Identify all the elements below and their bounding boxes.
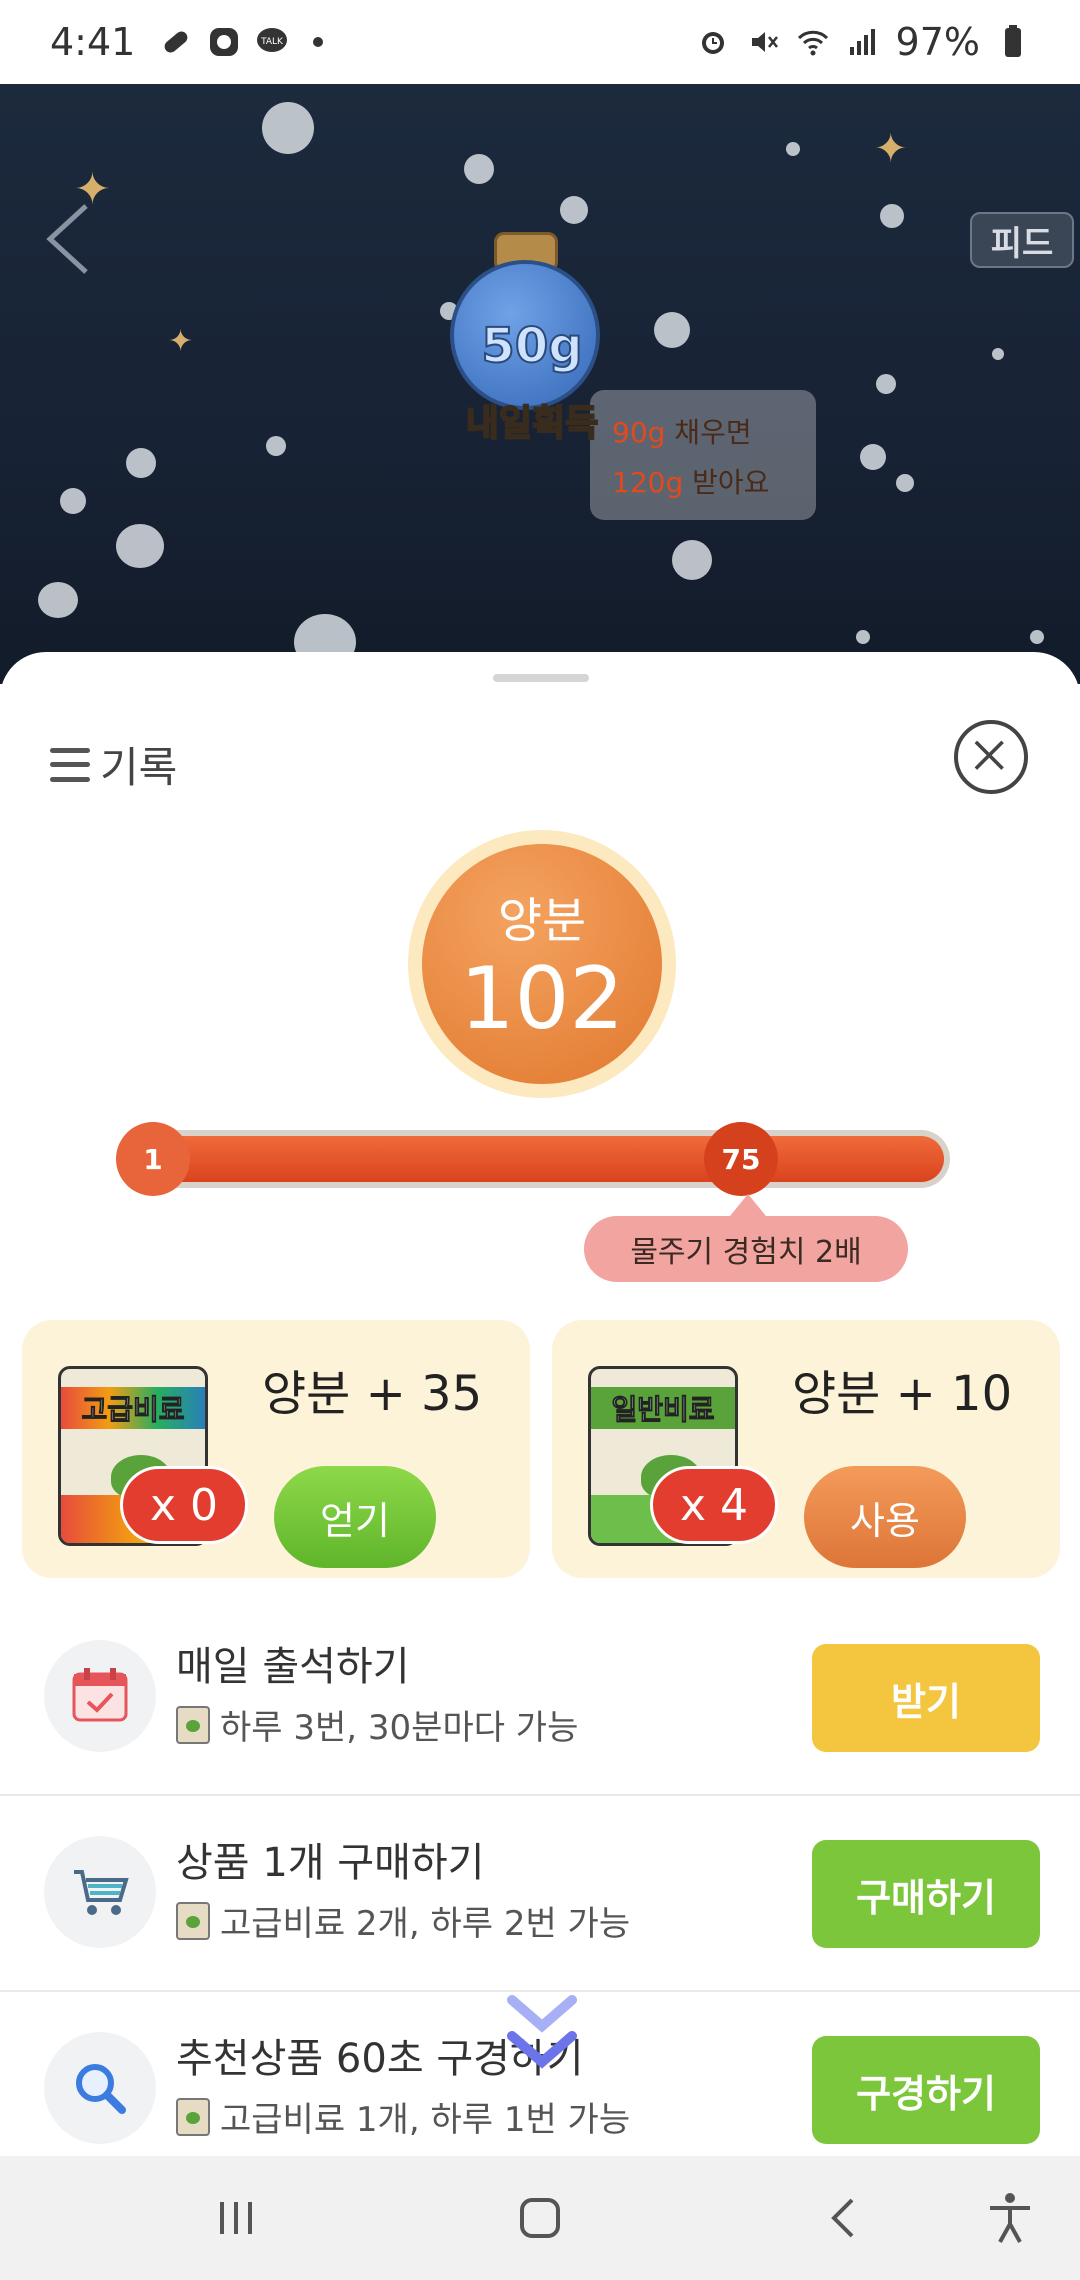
cloud-decoration [126,448,156,478]
task-subtitle-text: 고급비료 1개, 하루 1번 가능 [220,2100,631,2140]
cloud-decoration [860,444,886,470]
nutrient-value: 102 [459,949,625,1049]
jar-info-bubble: 90g 채우면 120g 받아요 [590,390,816,520]
task-title: 상품 1개 구매하기 [176,1840,485,1886]
alarm-icon [701,32,724,54]
battery-percent: 97% [895,20,980,64]
fertilizer-mini-icon [176,1705,210,1744]
cloud-decoration [266,436,286,456]
nutrient-label: 양분 [497,893,587,949]
cloud-decoration [464,154,494,184]
history-button[interactable]: 기록 [50,734,177,795]
premium-count-badge: x 0 [120,1466,248,1544]
task-row-purchase: 상품 1개 구매하기 고급비료 2개, 하루 2번 가능 구매하기 [0,1796,1080,1992]
premium-fertilizer-card: 고급비료 x 0 양분 + 35 얻기 [22,1320,530,1578]
bubble-line2-text: 받아요 [683,466,770,499]
bubble-target-amount: 90g [612,416,666,449]
back-chevron-icon[interactable] [38,194,98,284]
nutrient-circle: 양분 102 [422,844,662,1084]
bag-label: 일반비료 [591,1387,735,1429]
tooltip-arrow [730,1194,766,1216]
cloud-decoration [876,374,896,394]
scroll-down-chevron-icon[interactable] [504,1992,580,2082]
cloud-decoration [992,348,1004,360]
cloud-decoration [654,312,690,348]
level-current-marker: 75 [704,1122,778,1196]
task-subtitle: 고급비료 2개, 하루 2번 가능 [176,1896,630,1945]
signal-icon [849,29,875,55]
jar-label: 내일획득 [465,402,599,445]
cart-icon [44,1836,156,1948]
cloud-decoration [896,474,914,492]
get-fertilizer-button[interactable]: 얻기 [274,1466,436,1568]
notification-dot [313,37,324,47]
feed-button[interactable]: 피드 [970,212,1074,268]
recent-apps-icon[interactable] [204,2186,268,2250]
history-label: 기록 [100,743,178,792]
system-nav-bar [0,2156,1080,2280]
svg-text:TALK: TALK [260,37,284,47]
cloud-decoration [786,142,800,156]
bottom-sheet: 기록 양분 102 1 75 물주기 경험치 2배 고급비료 x 0 양분 + … [0,652,1080,2156]
cloud-decoration [1030,630,1044,644]
cloud-decoration [856,630,870,644]
sheet-drag-handle[interactable] [493,674,589,682]
task-subtitle-text: 고급비료 2개, 하루 2번 가능 [220,1904,631,1944]
magnifier-icon [44,2032,156,2144]
wifi-icon [797,30,828,56]
jar-amount: 50g [480,317,583,375]
level-bonus-tooltip: 물주기 경험치 2배 [584,1216,908,1282]
menu-icon [50,747,90,782]
regular-card-title: 양분 + 10 [792,1366,1013,1422]
regular-count-badge: x 4 [650,1466,778,1544]
mute-icon [751,32,778,52]
status-bar: 4:41 TALK 97% [0,0,1080,84]
battery-icon [1005,25,1021,57]
task-subtitle: 하루 3번, 30분마다 가능 [176,1700,578,1749]
cloud-decoration [262,102,314,154]
task-subtitle: 고급비료 1개, 하루 1번 가능 [176,2092,630,2141]
task-title: 매일 출석하기 [176,1644,410,1690]
fertilizer-mini-icon [176,2097,210,2136]
claim-button[interactable]: 받기 [812,1644,1040,1752]
status-icons-left: TALK [159,25,324,59]
b-app-icon [210,28,239,56]
sparkle-decoration: ✦ [168,324,194,359]
task-row-attendance: 매일 출석하기 하루 3번, 30분마다 가능 받기 [0,1600,1080,1796]
fertilizer-mini-icon [176,1901,210,1940]
level-progress-fill [124,1136,944,1182]
cloud-decoration [116,524,164,568]
level-start-marker: 1 [116,1122,190,1196]
purchase-button[interactable]: 구매하기 [812,1840,1040,1948]
pill-icon [164,31,188,53]
premium-card-title: 양분 + 35 [262,1366,483,1422]
cloud-decoration [560,196,588,224]
status-time: 4:41 [50,20,136,64]
bubble-line1-text: 채우면 [665,416,752,449]
calendar-check-icon [44,1640,156,1752]
bag-label: 고급비료 [61,1387,205,1429]
home-icon[interactable] [508,2186,572,2250]
cloud-decoration [60,488,86,514]
browse-button[interactable]: 구경하기 [812,2036,1040,2144]
back-icon[interactable] [812,2186,876,2250]
cloud-decoration [38,582,78,618]
cloud-decoration [672,540,712,580]
use-fertilizer-button[interactable]: 사용 [804,1466,966,1568]
cloud-decoration [880,204,904,228]
kakaotalk-icon: TALK [257,28,288,52]
close-icon[interactable] [954,720,1028,794]
accessibility-icon[interactable] [978,2186,1042,2250]
task-subtitle-text: 하루 3번, 30분마다 가능 [220,1708,579,1748]
sparkle-decoration: ✦ [874,126,908,172]
bubble-reward-amount: 120g [612,466,684,499]
status-icons-right: 97% [696,20,1030,64]
regular-fertilizer-card: 일반비료 x 4 양분 + 10 사용 [552,1320,1060,1578]
